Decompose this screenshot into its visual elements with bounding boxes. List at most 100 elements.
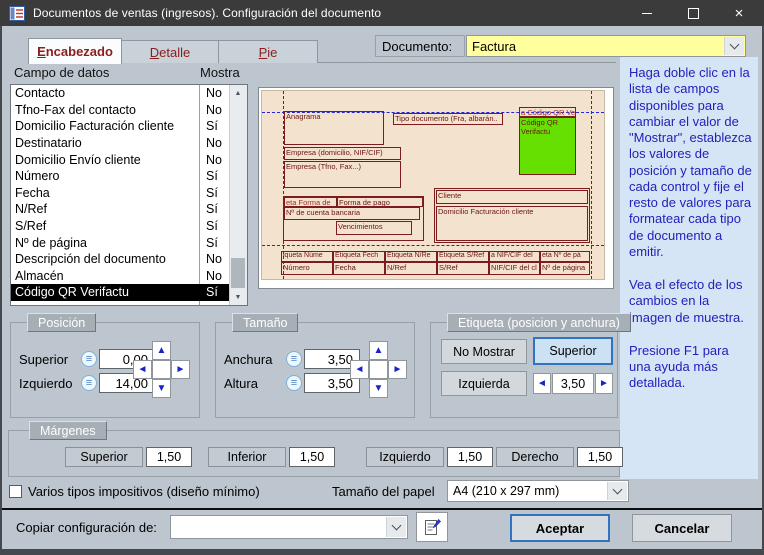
preview-domicilio-cliente[interactable]: Domicilio Facturación cliente: [436, 206, 588, 241]
arrow-left-icon[interactable]: ◄: [350, 360, 369, 379]
preview-campo-cell[interactable]: Nº de página: [540, 262, 590, 275]
list-item[interactable]: ContactoNo: [11, 85, 247, 102]
list-item[interactable]: NúmeroSí: [11, 168, 247, 185]
preview-campo-cell[interactable]: S/Ref: [437, 262, 489, 275]
spinner-icon[interactable]: ≡: [286, 351, 302, 367]
preview-qr-verifactu[interactable]: Código QR Verifactu: [519, 117, 576, 175]
margen-superior-value[interactable]: 1,50: [146, 447, 192, 467]
margen-derecho-value[interactable]: 1,50: [577, 447, 623, 467]
preview-etiqueta-cell[interactable]: iqueta Núme: [281, 251, 333, 262]
preview-cliente[interactable]: Cliente: [436, 190, 588, 204]
list-scrollbar[interactable]: ▲ ▼: [229, 85, 247, 305]
preview-campo-cell[interactable]: N/Ref: [385, 262, 437, 275]
window-title: Documentos de ventas (ingresos). Configu…: [33, 6, 381, 20]
dialog-window: Documentos de ventas (ingresos). Configu…: [0, 0, 764, 555]
list-item[interactable]: Tfno-Fax del contactoNo: [11, 102, 247, 119]
arrow-down-icon[interactable]: ▼: [152, 379, 171, 398]
copiar-configuracion-label: Copiar configuración de:: [16, 520, 157, 535]
preview-forma-pago-etiqueta[interactable]: eta Forma de: [284, 197, 337, 207]
spinner-icon[interactable]: ≡: [81, 375, 97, 391]
tab-detalle[interactable]: Detalle: [120, 40, 220, 63]
margin-guide-right: [591, 91, 592, 279]
maximize-button[interactable]: [670, 0, 716, 26]
cancelar-button[interactable]: Cancelar: [632, 514, 732, 542]
arrow-right-icon[interactable]: ►: [388, 360, 407, 379]
list-item-selected[interactable]: Código QR VerifactuSí: [11, 284, 247, 301]
documento-combobox[interactable]: Factura: [466, 35, 746, 57]
list-item[interactable]: Nº de páginaSí: [11, 234, 247, 251]
list-item[interactable]: Domicilio Facturación clienteSí: [11, 118, 247, 135]
margen-superior-label: Superior: [65, 447, 143, 467]
arrow-up-icon[interactable]: ▲: [152, 341, 171, 360]
list-item[interactable]: N/RefSí: [11, 201, 247, 218]
izquierda-button[interactable]: Izquierda: [441, 371, 527, 396]
list-item[interactable]: DestinatarioNo: [11, 135, 247, 152]
preview-etiqueta-cell[interactable]: a NIF/CIF del: [489, 251, 540, 262]
preview-etiqueta-cell[interactable]: Etiqueta N/Re: [385, 251, 437, 262]
tab-pie[interactable]: Pie: [218, 40, 318, 63]
tamano-arrow-pad: ▲ ◄■► ▼: [350, 341, 407, 398]
altura-label: Altura: [224, 376, 286, 391]
preview-campo-cell[interactable]: Número: [281, 262, 333, 275]
close-button[interactable]: ×: [716, 0, 762, 26]
preview-campo-cell[interactable]: NIF/CIF del cl: [489, 262, 540, 275]
list-item[interactable]: Descripción del documentoNo: [11, 251, 247, 268]
title-bar: Documentos de ventas (ingresos). Configu…: [0, 0, 764, 26]
tab-encabezado[interactable]: Encabezado: [28, 38, 122, 64]
posicion-group-title: Posición: [27, 313, 96, 332]
list-item[interactable]: FechaSí: [11, 185, 247, 202]
preview-empresa-tfno[interactable]: Empresa (Tfno, Fax...): [284, 161, 401, 188]
scroll-up-icon[interactable]: ▲: [230, 85, 246, 101]
preview-etiqueta-cell[interactable]: eta Nº de pá: [540, 251, 590, 262]
column-header-mostrar: Mostra: [200, 65, 240, 80]
varios-tipos-checkbox[interactable]: [9, 485, 22, 498]
tab-encabezado-label: Encabezado: [37, 44, 113, 59]
superior-button[interactable]: Superior: [533, 337, 613, 365]
arrow-right-icon[interactable]: ►: [171, 360, 190, 379]
preview-empresa-domicilio[interactable]: Empresa (domicilio, NIF/CIF): [284, 147, 401, 160]
etiqueta-width-value[interactable]: 3,50: [552, 373, 594, 394]
preview-anagrama[interactable]: Anagrama: [284, 111, 384, 145]
preview-cuenta-bancaria[interactable]: Nº de cuenta bancaria: [284, 207, 420, 220]
preview-campo-cell[interactable]: Fecha: [333, 262, 385, 275]
chevron-down-icon: [392, 521, 402, 531]
anchura-label: Anchura: [224, 352, 286, 367]
copiar-configuracion-combobox[interactable]: [170, 515, 408, 539]
copiar-dropdown-button[interactable]: [386, 517, 406, 537]
documento-dropdown-button[interactable]: [724, 37, 744, 55]
margen-inferior-value[interactable]: 1,50: [289, 447, 335, 467]
spinner-icon[interactable]: ≡: [81, 351, 97, 367]
margen-izquierdo-value[interactable]: 1,50: [447, 447, 493, 467]
tamano-papel-combobox[interactable]: A4 (210 x 297 mm): [447, 480, 629, 502]
preview-vencimientos[interactable]: Vencimientos: [336, 221, 412, 235]
preview-qr-etiqueta[interactable]: a Código QR Ve: [519, 107, 576, 117]
list-item[interactable]: S/RefSí: [11, 218, 247, 235]
aceptar-button[interactable]: Aceptar: [510, 514, 610, 542]
arrow-left-icon[interactable]: ◄: [133, 360, 152, 379]
preview-etiqueta-cell[interactable]: Etiqueta Fech: [333, 251, 385, 262]
document-preview: Anagrama Tipo documento (Fra, albarán.. …: [258, 87, 614, 289]
list-item[interactable]: AlmacénNo: [11, 268, 247, 285]
width-increase-icon[interactable]: ►: [595, 373, 613, 394]
fields-listbox: ContactoNo Tfno-Fax del contactoNo Domic…: [10, 84, 248, 306]
list-item[interactable]: Domicilio Envío clienteNo: [11, 151, 247, 168]
arrow-down-icon[interactable]: ▼: [369, 379, 388, 398]
preview-forma-pago[interactable]: Forma de pago: [337, 197, 423, 207]
copy-config-button[interactable]: [416, 512, 448, 542]
scroll-down-icon[interactable]: ▼: [230, 289, 246, 305]
etiqueta-group: Etiqueta (posicion y anchura) No Mostrar…: [430, 322, 618, 418]
dialog-content: Encabezado Detalle Pie Documento: Factur…: [2, 26, 762, 549]
documento-label: Documento:: [375, 35, 465, 57]
tamano-group: Tamaño Anchura ≡ 3,50 Altura ≡ 3,50 ▲ ◄■…: [215, 322, 415, 418]
chevron-down-icon: [730, 40, 740, 50]
no-mostrar-button[interactable]: No Mostrar: [441, 339, 527, 364]
minimize-button[interactable]: [624, 0, 670, 26]
width-decrease-icon[interactable]: ◄: [533, 373, 551, 394]
spinner-icon[interactable]: ≡: [286, 375, 302, 391]
preview-etiqueta-cell[interactable]: Etiqueta S/Ref: [437, 251, 489, 262]
scrollbar-thumb[interactable]: [231, 258, 245, 288]
papel-dropdown-button[interactable]: [607, 482, 627, 500]
arrow-up-icon[interactable]: ▲: [369, 341, 388, 360]
superior-label: Superior: [19, 352, 81, 367]
preview-tipo-documento[interactable]: Tipo documento (Fra, albarán..: [393, 113, 503, 125]
